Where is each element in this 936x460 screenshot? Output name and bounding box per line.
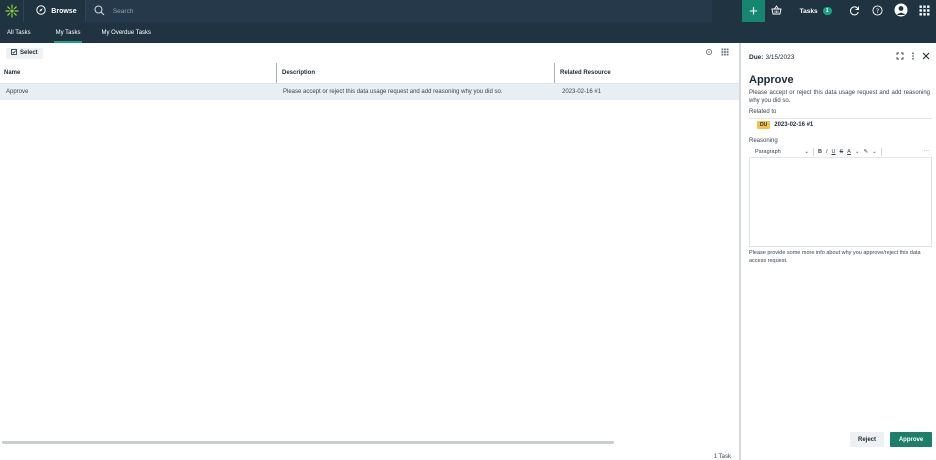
browse-label: Browse [51, 7, 77, 15]
approve-button[interactable]: Approve [890, 432, 932, 447]
detail-description: Please accept or reject this data usage … [749, 90, 930, 104]
tasks-button[interactable]: Tasks 1 [788, 0, 842, 22]
reasoning-hint: Please provide some more info about why … [749, 250, 921, 264]
search-input[interactable]: Search [113, 8, 134, 15]
settings-icon[interactable] [705, 48, 713, 58]
underline-icon[interactable]: U [832, 149, 836, 155]
avatar [894, 3, 908, 19]
table-header: Name Description Related Resource [0, 63, 739, 84]
basket-icon [771, 5, 782, 17]
detail-footer: Reject Approve [849, 432, 932, 447]
tasks-count-badge: 1 [822, 7, 832, 15]
paragraph-select-value: Paragraph [755, 148, 781, 155]
expand-icon[interactable] [896, 52, 904, 62]
user-avatar-button[interactable] [889, 0, 912, 22]
bold-icon[interactable]: B [818, 149, 822, 155]
task-description-cell: Please accept or reject this data usage … [283, 89, 503, 95]
list-toolbar-actions [705, 48, 733, 58]
svg-text:?: ? [876, 7, 879, 15]
due-label: Due: [749, 53, 764, 61]
data-usage-badge: DU [757, 121, 771, 129]
tab-my-tasks[interactable]: My Tasks [49, 22, 88, 43]
close-icon[interactable] [922, 52, 930, 62]
view-grid-icon[interactable] [721, 48, 729, 58]
highlight-chevron-icon[interactable]: ⌄ [872, 149, 877, 155]
chevron-down-icon: ⌄ [804, 148, 809, 155]
grid-icon [919, 5, 930, 18]
checkbox-icon [11, 49, 17, 57]
strikethrough-icon[interactable]: S [840, 149, 844, 155]
tab-all-tasks[interactable]: All Tasks [0, 22, 38, 43]
italic-icon[interactable]: I [826, 149, 828, 155]
more-vertical-icon[interactable] [911, 52, 915, 62]
column-header-related-resource[interactable]: Related Resource [555, 63, 739, 83]
detail-header: Due: 3/15/2023 [741, 43, 936, 71]
plus-icon: + [749, 2, 758, 20]
top-bar: Browse Search + Tasks 1 ? [0, 0, 936, 22]
related-resource[interactable]: DU 2023-02-16 #1 [749, 118, 932, 131]
paragraph-select[interactable]: Paragraph ⌄ [749, 149, 809, 155]
app-logo-icon[interactable] [0, 0, 23, 22]
task-related-cell: 2023-02-16 #1 [562, 89, 602, 95]
column-header-description[interactable]: Description [277, 63, 555, 83]
detail-title: Approve [749, 73, 794, 86]
text-color-icon[interactable]: A [847, 149, 851, 155]
help-icon: ? [872, 4, 883, 18]
task-detail-panel: Due: 3/15/2023 Approve Please accept or … [739, 43, 936, 460]
column-header-name[interactable]: Name [0, 63, 277, 83]
browse-button[interactable]: Browse [23, 0, 86, 22]
detail-header-actions [896, 52, 936, 62]
editor-toolbar: Paragraph ⌄ B I U S A ⌄ ✎ ⌄ ⋯ [749, 146, 932, 158]
tab-my-overdue-tasks[interactable]: My Overdue Tasks [94, 22, 158, 43]
task-count: 1 Task [713, 454, 731, 460]
select-label: Select [20, 50, 38, 56]
toolbar-divider [880, 147, 882, 156]
task-tabs: All Tasks My Tasks My Overdue Tasks [0, 22, 936, 43]
compass-icon [36, 5, 46, 17]
related-to-label: Related to [749, 109, 777, 115]
task-name-cell: Approve [6, 89, 29, 95]
due-date: 3/15/2023 [765, 53, 795, 61]
reasoning-editor[interactable] [749, 158, 932, 247]
search-icon [94, 4, 105, 18]
more-horizontal-icon[interactable]: ⋯ [924, 149, 933, 155]
table-row[interactable]: Approve Please accept or reject this dat… [0, 84, 739, 100]
search-bar[interactable]: Search [85, 0, 712, 22]
horizontal-scrollbar[interactable] [2, 441, 614, 444]
reasoning-label: Reasoning [749, 138, 778, 144]
text-color-chevron-icon[interactable]: ⌄ [855, 149, 860, 155]
task-list-panel: Select Name Description Related Resource… [0, 43, 739, 460]
help-button[interactable]: ? [866, 0, 889, 22]
list-toolbar: Select [0, 43, 739, 63]
tasks-label: Tasks [799, 7, 818, 15]
refresh-icon [849, 5, 860, 18]
refresh-button[interactable] [843, 0, 866, 22]
apps-grid-button[interactable] [913, 0, 936, 22]
related-resource-link[interactable]: 2023-02-16 #1 [774, 122, 813, 128]
reject-button[interactable]: Reject [849, 432, 884, 447]
basket-button[interactable] [765, 0, 788, 22]
toolbar-divider [813, 147, 814, 156]
select-button[interactable]: Select [6, 47, 43, 59]
create-button[interactable]: + [741, 0, 766, 22]
highlight-icon[interactable]: ✎ [863, 149, 868, 155]
